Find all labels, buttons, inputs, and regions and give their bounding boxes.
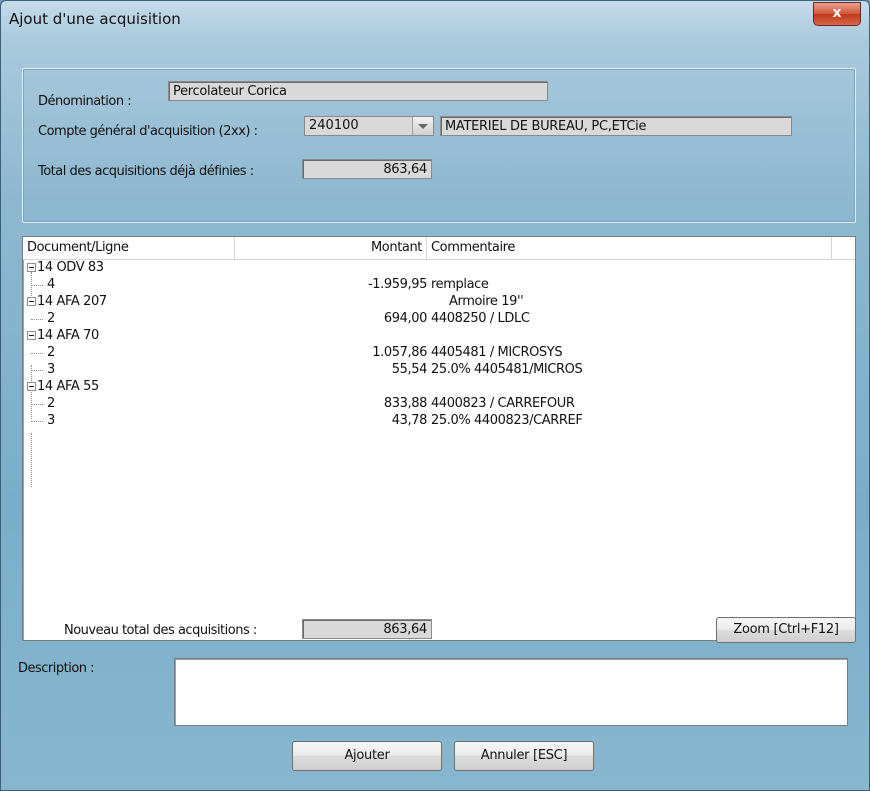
tree-row-group[interactable]: 14 AFA 207 Armoire 19'' [23, 294, 855, 311]
close-button[interactable]: x [813, 2, 861, 26]
row-document: 2 [47, 311, 55, 326]
chevron-down-icon[interactable] [412, 117, 433, 135]
tree-row-line[interactable]: 2 833,88 4400823 / CARREFOUR [23, 396, 855, 413]
row-amount: 55,54 [391, 362, 428, 377]
row-amount: 1.057,86 [372, 345, 427, 360]
row-document: 4 [47, 277, 55, 292]
collapse-icon[interactable] [27, 297, 36, 306]
zoom-button[interactable]: Zoom [Ctrl+F12] [716, 617, 856, 643]
row-comment: 4400823 / CARREFOUR [431, 396, 575, 411]
close-icon: x [832, 5, 842, 21]
tree-row-line[interactable]: 2 1.057,86 4405481 / MICROSYS [23, 345, 855, 362]
row-comment: 25.0% 4405481/MICROS [431, 362, 583, 377]
list-header: Document/Ligne Montant Commentaire [23, 237, 855, 260]
description-textarea[interactable] [174, 658, 848, 726]
title-bar[interactable]: Ajout d'une acquisition x [1, 1, 869, 35]
row-comment: 4405481 / MICROSYS [431, 345, 563, 360]
description-label: Description : [18, 661, 95, 676]
new-total-field: 863,64 [302, 619, 432, 639]
collapse-icon[interactable] [27, 382, 36, 391]
row-comment: 25.0% 4400823/CARREF [431, 413, 583, 428]
compte-label: Compte général d'acquisition (2xx) : [38, 124, 258, 139]
row-amount: 833,88 [383, 396, 427, 411]
acquisitions-tree-list[interactable]: Document/Ligne Montant Commentaire 14 OD… [22, 236, 856, 641]
dialog-window: Ajout d'une acquisition x Dénomination :… [0, 0, 870, 791]
row-comment: Armoire 19'' [449, 294, 524, 309]
tree-connector [31, 370, 43, 371]
row-document: 2 [47, 396, 55, 411]
tree-connector [31, 421, 43, 422]
add-button[interactable]: Ajouter [292, 741, 442, 771]
tree-row-line[interactable]: 2 694,00 4408250 / LDLC [23, 311, 855, 328]
row-amount: -1.959,95 [368, 277, 427, 292]
cancel-button[interactable]: Annuler [ESC] [454, 741, 594, 771]
column-header-document[interactable]: Document/Ligne [23, 237, 235, 259]
tree-row-line[interactable]: 3 43,78 25.0% 4400823/CARREF [23, 413, 855, 430]
total-defined-field: 863,64 [302, 159, 432, 179]
row-comment: 4408250 / LDLC [431, 311, 530, 326]
row-document: 2 [47, 345, 55, 360]
new-total-label: Nouveau total des acquisitions : [64, 623, 257, 638]
tree-connector [31, 404, 43, 405]
row-amount: 694,00 [383, 311, 427, 326]
denomination-label: Dénomination : [38, 94, 132, 109]
tree-connector [31, 285, 43, 286]
compte-select-value: 240100 [309, 118, 359, 133]
window-title: Ajout d'une acquisition [9, 10, 181, 28]
compte-description-field: MATERIEL DE BUREAU, PC,ETCie [440, 116, 792, 136]
row-amount: 43,78 [391, 413, 428, 428]
tree-connector [31, 319, 43, 320]
row-document: 3 [47, 413, 55, 428]
dialog-client-area: Dénomination : Percolateur Corica Compte… [8, 38, 862, 784]
compte-select[interactable]: 240100 [304, 116, 434, 136]
tree-row-line[interactable]: 4 -1.959,95 remplace [23, 277, 855, 294]
tree-row-group[interactable]: 14 ODV 83 [23, 260, 855, 277]
tree-connector [31, 353, 43, 354]
tree-row-line[interactable]: 3 55,54 25.0% 4405481/MICROS [23, 362, 855, 379]
column-header-commentaire[interactable]: Commentaire [427, 237, 832, 259]
column-header-montant[interactable]: Montant [235, 237, 427, 259]
tree-row-group[interactable]: 14 AFA 55 [23, 379, 855, 396]
collapse-icon[interactable] [27, 263, 36, 272]
denomination-field[interactable]: Percolateur Corica [168, 81, 548, 101]
row-document: 14 AFA 55 [37, 379, 99, 394]
row-document: 14 ODV 83 [37, 260, 104, 275]
tree-connector [31, 433, 32, 487]
collapse-icon[interactable] [27, 331, 36, 340]
row-comment: remplace [431, 277, 489, 292]
total-defined-label: Total des acquisitions déjà définies : [38, 164, 254, 179]
row-document: 14 AFA 70 [37, 328, 99, 343]
row-document: 3 [47, 362, 55, 377]
tree-row-group[interactable]: 14 AFA 70 [23, 328, 855, 345]
row-document: 14 AFA 207 [37, 294, 107, 309]
